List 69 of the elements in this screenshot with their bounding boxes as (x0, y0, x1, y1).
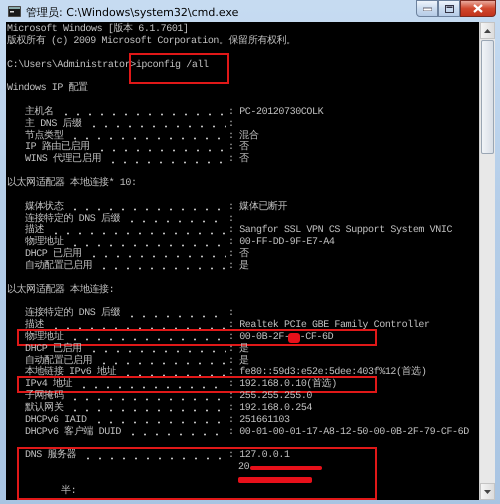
up-arrow-icon (484, 28, 491, 32)
entry-label: 节点类型 (25, 130, 64, 142)
console-text: Windows IP 配置 (7, 83, 88, 96)
entry-value: : 混合 (228, 130, 258, 142)
entry-value: 20 (238, 462, 250, 474)
entry-label: 描述 (25, 225, 44, 236)
entry-label: 媒体状态 (25, 202, 64, 213)
minimize-button[interactable] (416, 0, 438, 17)
entry-value: : 否 (228, 249, 249, 260)
entry-label: 子网掩码 (25, 391, 64, 402)
command-text: ipconfig /all (136, 60, 209, 71)
entry-label: DNS 服务器 (25, 450, 76, 462)
entry-label: DHCPv6 客户端 DUID (25, 426, 122, 439)
entry-label: 连接特定的 DNS 后缀 (25, 214, 120, 224)
entry-label: IPv4 地址 (25, 379, 72, 390)
entry-label: 本地链接 IPv6 地址 (25, 367, 116, 378)
console-text: 以太网适配器 本地连接* 10: (7, 178, 137, 190)
entry-value: : 00-0B-2F- (228, 332, 290, 343)
entry-label: 物理地址 (25, 237, 64, 248)
close-icon (473, 4, 483, 13)
entry-value: : 否 (228, 154, 249, 166)
entry-value: : (228, 214, 234, 226)
entry-value: : 255.255.255.0 (228, 391, 312, 403)
console-text: 以太网适配器 本地连接: (7, 284, 114, 296)
entry-value: : Realtek PCIe GBE Family Controller (228, 320, 430, 332)
window-title: 管理员: C:\Windows\system32\cmd.exe (26, 5, 238, 20)
entry-label: 主 DNS 后缀 (25, 118, 82, 130)
console-text: Microsoft Windows [版本 6.1.7601] (7, 24, 189, 35)
scroll-up-button[interactable] (480, 22, 495, 39)
entry-label: 自动配置已启用 (25, 260, 92, 273)
entry-label: DHCP 已启用 (25, 249, 82, 260)
entry-value: : fe80::59d3:e52e:5dee:403f%12(首选) (228, 367, 426, 378)
scroll-down-button[interactable] (480, 483, 495, 500)
entry-label: 主机名 (25, 106, 54, 118)
entry-value: : (228, 118, 234, 131)
entry-label: DHCPv6 IAID (25, 414, 87, 426)
entry-value: : 00-FF-DD-9F-E7-A4 (228, 237, 334, 248)
entry-value: : 251661103 (228, 414, 290, 427)
entry-label: WINS 代理已启用 (25, 154, 102, 166)
down-arrow-icon (484, 490, 491, 494)
entry-value: : 是 (228, 356, 249, 367)
entry-label: IP 路由已启用 (25, 142, 90, 154)
entry-label: 自动配置已启用 (25, 356, 92, 367)
entry-value: : 192.168.0.10(首选) (228, 379, 337, 391)
scrollbar[interactable] (479, 22, 495, 500)
entry-value: : 127.0.0.1 (228, 450, 290, 462)
minimize-icon (422, 6, 432, 10)
entry-value: : 是 (228, 260, 249, 273)
entry-value: : (228, 308, 234, 320)
entry-value: : 是 (228, 344, 249, 355)
entry-label: 默认网关 (25, 403, 64, 415)
entry-value: : 否 (228, 142, 249, 154)
entry-label: DHCP 已启用 (25, 344, 82, 355)
scrollbar-thumb[interactable] (481, 40, 494, 154)
console-text: 版权所有 (c) 2009 Microsoft Corporation。保留所有权利。 (7, 36, 296, 48)
maximize-icon (444, 4, 454, 12)
entry-value: : 媒体已断开 (228, 202, 288, 214)
entry-label: 物理地址 (25, 332, 64, 343)
close-button[interactable] (460, 0, 496, 17)
entry-value: : PC-20120730COLK (228, 106, 324, 119)
entry-value: : 00-01-00-01-17-A8-12-50-00-0B-2F-79-CF-6D (228, 426, 469, 439)
console-text: 半: (61, 486, 76, 498)
entry-label: 连接特定的 DNS 后缀 (25, 308, 120, 320)
entry-label: 描述 (25, 320, 44, 332)
maximize-button[interactable] (438, 0, 460, 17)
entry-value: -CF-6D (300, 332, 334, 344)
terminal-icon (8, 6, 21, 17)
entry-value: : Sangfor SSL VPN CS Support System VNIC (228, 225, 452, 237)
entry-value: : 192.168.0.254 (228, 403, 312, 415)
